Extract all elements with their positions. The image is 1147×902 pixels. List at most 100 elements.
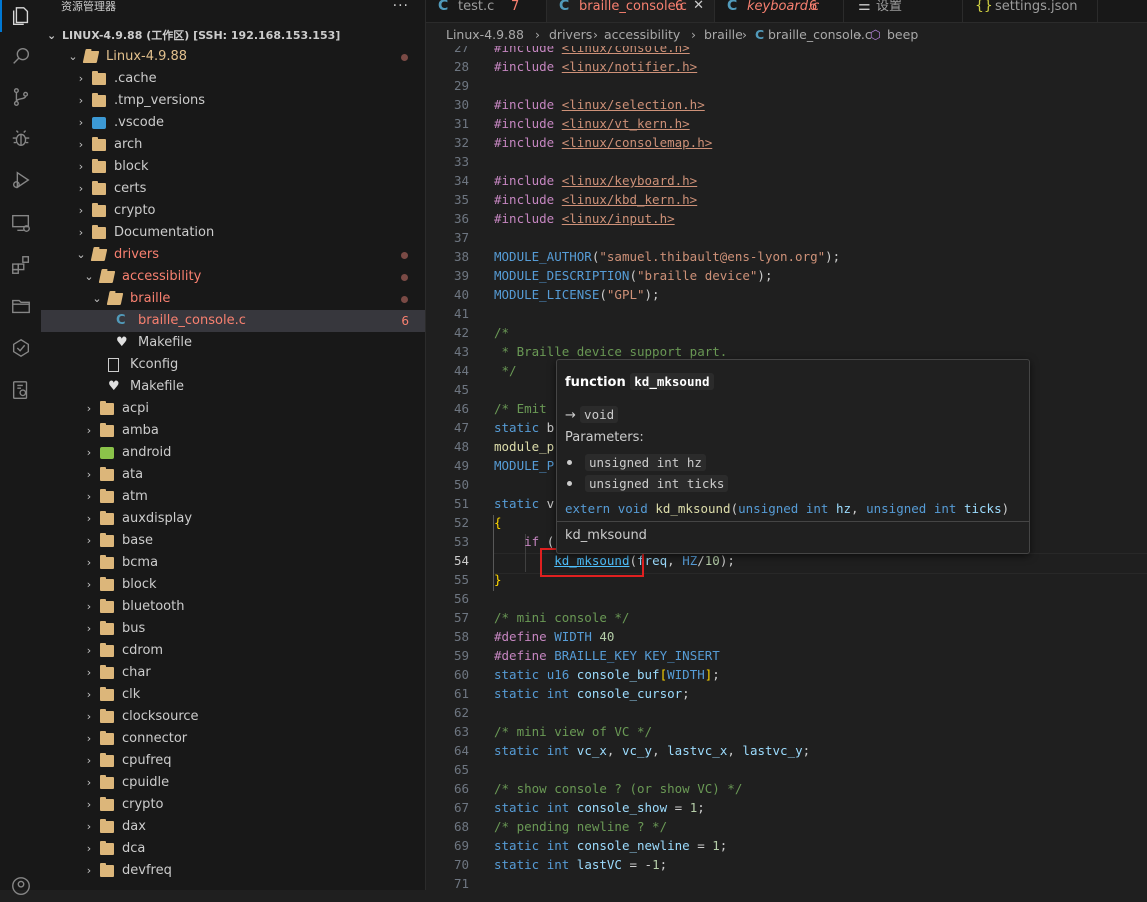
tree-folder-acpi[interactable]: › acpi: [41, 398, 425, 420]
tree-folder-documentation[interactable]: › Documentation: [41, 222, 425, 244]
tree-file-brailleconsolec[interactable]: Cbraille_console.c 6: [41, 310, 425, 332]
chevron-right-icon: ›: [535, 27, 540, 42]
tree-file-makefile[interactable]: ♥ Makefile: [41, 332, 425, 354]
testing-icon[interactable]: [0, 332, 41, 364]
tree-folder-clocksource[interactable]: › clocksource: [41, 706, 425, 728]
close-icon[interactable]: ✕: [693, 0, 704, 13]
code-line: /*: [494, 325, 510, 340]
hover-signature: extern void kd_mksound(unsigned int hz, …: [565, 501, 1010, 516]
tab-settings-json[interactable]: {} settings.json: [963, 0, 1098, 22]
explorer-icon[interactable]: [0, 0, 41, 32]
tree-folder-tmpversions[interactable]: › .tmp_versions: [41, 90, 425, 112]
tree-folder-bluetooth[interactable]: › bluetooth: [41, 596, 425, 618]
tree-item-label: braille_console.c: [138, 313, 246, 328]
tree-file-kconfig[interactable]: Kconfig: [41, 354, 425, 376]
line-number: 58: [453, 629, 469, 644]
tree-folder-braille[interactable]: ⌄ braille: [41, 288, 425, 310]
tree-folder-dca[interactable]: › dca: [41, 838, 425, 860]
chevron-right-icon: ›: [78, 116, 84, 129]
breadcrumb-item[interactable]: Linux-4.9.88: [446, 24, 524, 46]
breadcrumb-item[interactable]: beep: [887, 24, 918, 46]
tree-folder-devfreq[interactable]: › devfreq: [41, 860, 425, 882]
tree-folder-crypto[interactable]: › crypto: [41, 794, 425, 816]
tree-folder-cpufreq[interactable]: › cpufreq: [41, 750, 425, 772]
chevron-right-icon: ›: [86, 512, 92, 525]
modified-dot: [401, 252, 408, 259]
tree-item-label: bluetooth: [122, 599, 185, 614]
folder-icon: [92, 137, 106, 151]
tree-folder-char[interactable]: › char: [41, 662, 425, 684]
chevron-right-icon: ›: [78, 138, 84, 151]
tree-folder-cpuidle[interactable]: › cpuidle: [41, 772, 425, 794]
code-line: static int console_cursor;: [494, 686, 690, 701]
tree-folder-accessibility[interactable]: ⌄ accessibility: [41, 266, 425, 288]
chevron-right-icon: ›: [691, 27, 696, 42]
folder-icon[interactable]: [0, 290, 41, 322]
line-number: 27: [453, 46, 469, 55]
workspace-root[interactable]: ⌄ LINUX-4.9.88 (工作区) [SSH: 192.168.153.1…: [41, 25, 425, 47]
folder-icon: [100, 709, 114, 723]
tree-folder-amba[interactable]: › amba: [41, 420, 425, 442]
folder-icon: [92, 203, 106, 217]
tree-item-label: accessibility: [122, 269, 202, 284]
breadcrumb-item[interactable]: accessibility: [604, 24, 680, 46]
tree-folder-cache[interactable]: › .cache: [41, 68, 425, 90]
tree-folder-vscode[interactable]: › .vscode: [41, 112, 425, 134]
chevron-right-icon: ›: [78, 72, 84, 85]
file-icon: [108, 358, 119, 372]
tree-folder-arch[interactable]: › arch: [41, 134, 425, 156]
code-line: static int console_show = 1;: [494, 800, 705, 815]
tree-item-label: devfreq: [122, 863, 172, 878]
tree-folder-android[interactable]: › android: [41, 442, 425, 464]
line-number: 39: [453, 268, 469, 283]
tree-folder-atm[interactable]: › atm: [41, 486, 425, 508]
tree-item-label: drivers: [114, 247, 160, 262]
tree-folder-connector[interactable]: › connector: [41, 728, 425, 750]
line-number: 43: [453, 344, 469, 359]
tab-braille-console-c[interactable]: C braille_console.c 6 ✕: [547, 0, 715, 22]
tree-folder-base[interactable]: › base: [41, 530, 425, 552]
tree-file-makefile[interactable]: ♥ Makefile: [41, 376, 425, 398]
debug-icon[interactable]: [0, 122, 41, 154]
line-number: 30: [453, 97, 469, 112]
bullet: [567, 481, 572, 486]
tree-folder-linux4988[interactable]: ⌄ Linux-4.9.88: [41, 46, 425, 68]
source-control-icon[interactable]: [0, 81, 41, 113]
run-debug-icon[interactable]: [0, 164, 41, 196]
tree-item-label: crypto: [114, 203, 156, 218]
line-number: 33: [453, 154, 469, 169]
line-number: 29: [453, 78, 469, 93]
tree-folder-ata[interactable]: › ata: [41, 464, 425, 486]
tree-folder-crypto[interactable]: › crypto: [41, 200, 425, 222]
tree-folder-drivers[interactable]: ⌄ drivers: [41, 244, 425, 266]
remote-explorer-icon[interactable]: [0, 207, 41, 239]
tree-folder-bus[interactable]: › bus: [41, 618, 425, 640]
breadcrumb-item[interactable]: braille: [704, 24, 743, 46]
tree-folder-block[interactable]: › block: [41, 156, 425, 178]
tree-item-label: base: [122, 533, 153, 548]
tab-test-c[interactable]: C test.c 7: [426, 0, 547, 22]
tree-folder-certs[interactable]: › certs: [41, 178, 425, 200]
search-icon[interactable]: [0, 40, 41, 72]
tree-folder-auxdisplay[interactable]: › auxdisplay: [41, 508, 425, 530]
breadcrumb-item[interactable]: drivers: [549, 24, 592, 46]
extensions-icon[interactable]: [0, 249, 41, 281]
modified-dot: [401, 274, 408, 281]
tree-folder-bcma[interactable]: › bcma: [41, 552, 425, 574]
line-number: 42: [453, 325, 469, 340]
tree-folder-dax[interactable]: › dax: [41, 816, 425, 838]
more-actions-button[interactable]: ···: [393, 0, 409, 14]
tab-settings[interactable]: ⚌ 设置: [844, 0, 963, 22]
c-file-icon: C: [755, 27, 765, 42]
chevron-down-icon: ⌄: [76, 248, 86, 261]
tree-folder-clk[interactable]: › clk: [41, 684, 425, 706]
tree-folder-cdrom[interactable]: › cdrom: [41, 640, 425, 662]
account-icon[interactable]: [0, 870, 41, 902]
code-line: #include <linux/kbd_kern.h>: [494, 192, 698, 207]
docker-icon[interactable]: [0, 374, 41, 406]
tab-keyboard-c[interactable]: C keyboard.c 6: [715, 0, 844, 22]
chevron-down-icon: ⌄: [92, 292, 102, 305]
tree-folder-block[interactable]: › block: [41, 574, 425, 596]
arrow-icon: →: [565, 408, 576, 423]
chevron-right-icon: ›: [86, 556, 92, 569]
